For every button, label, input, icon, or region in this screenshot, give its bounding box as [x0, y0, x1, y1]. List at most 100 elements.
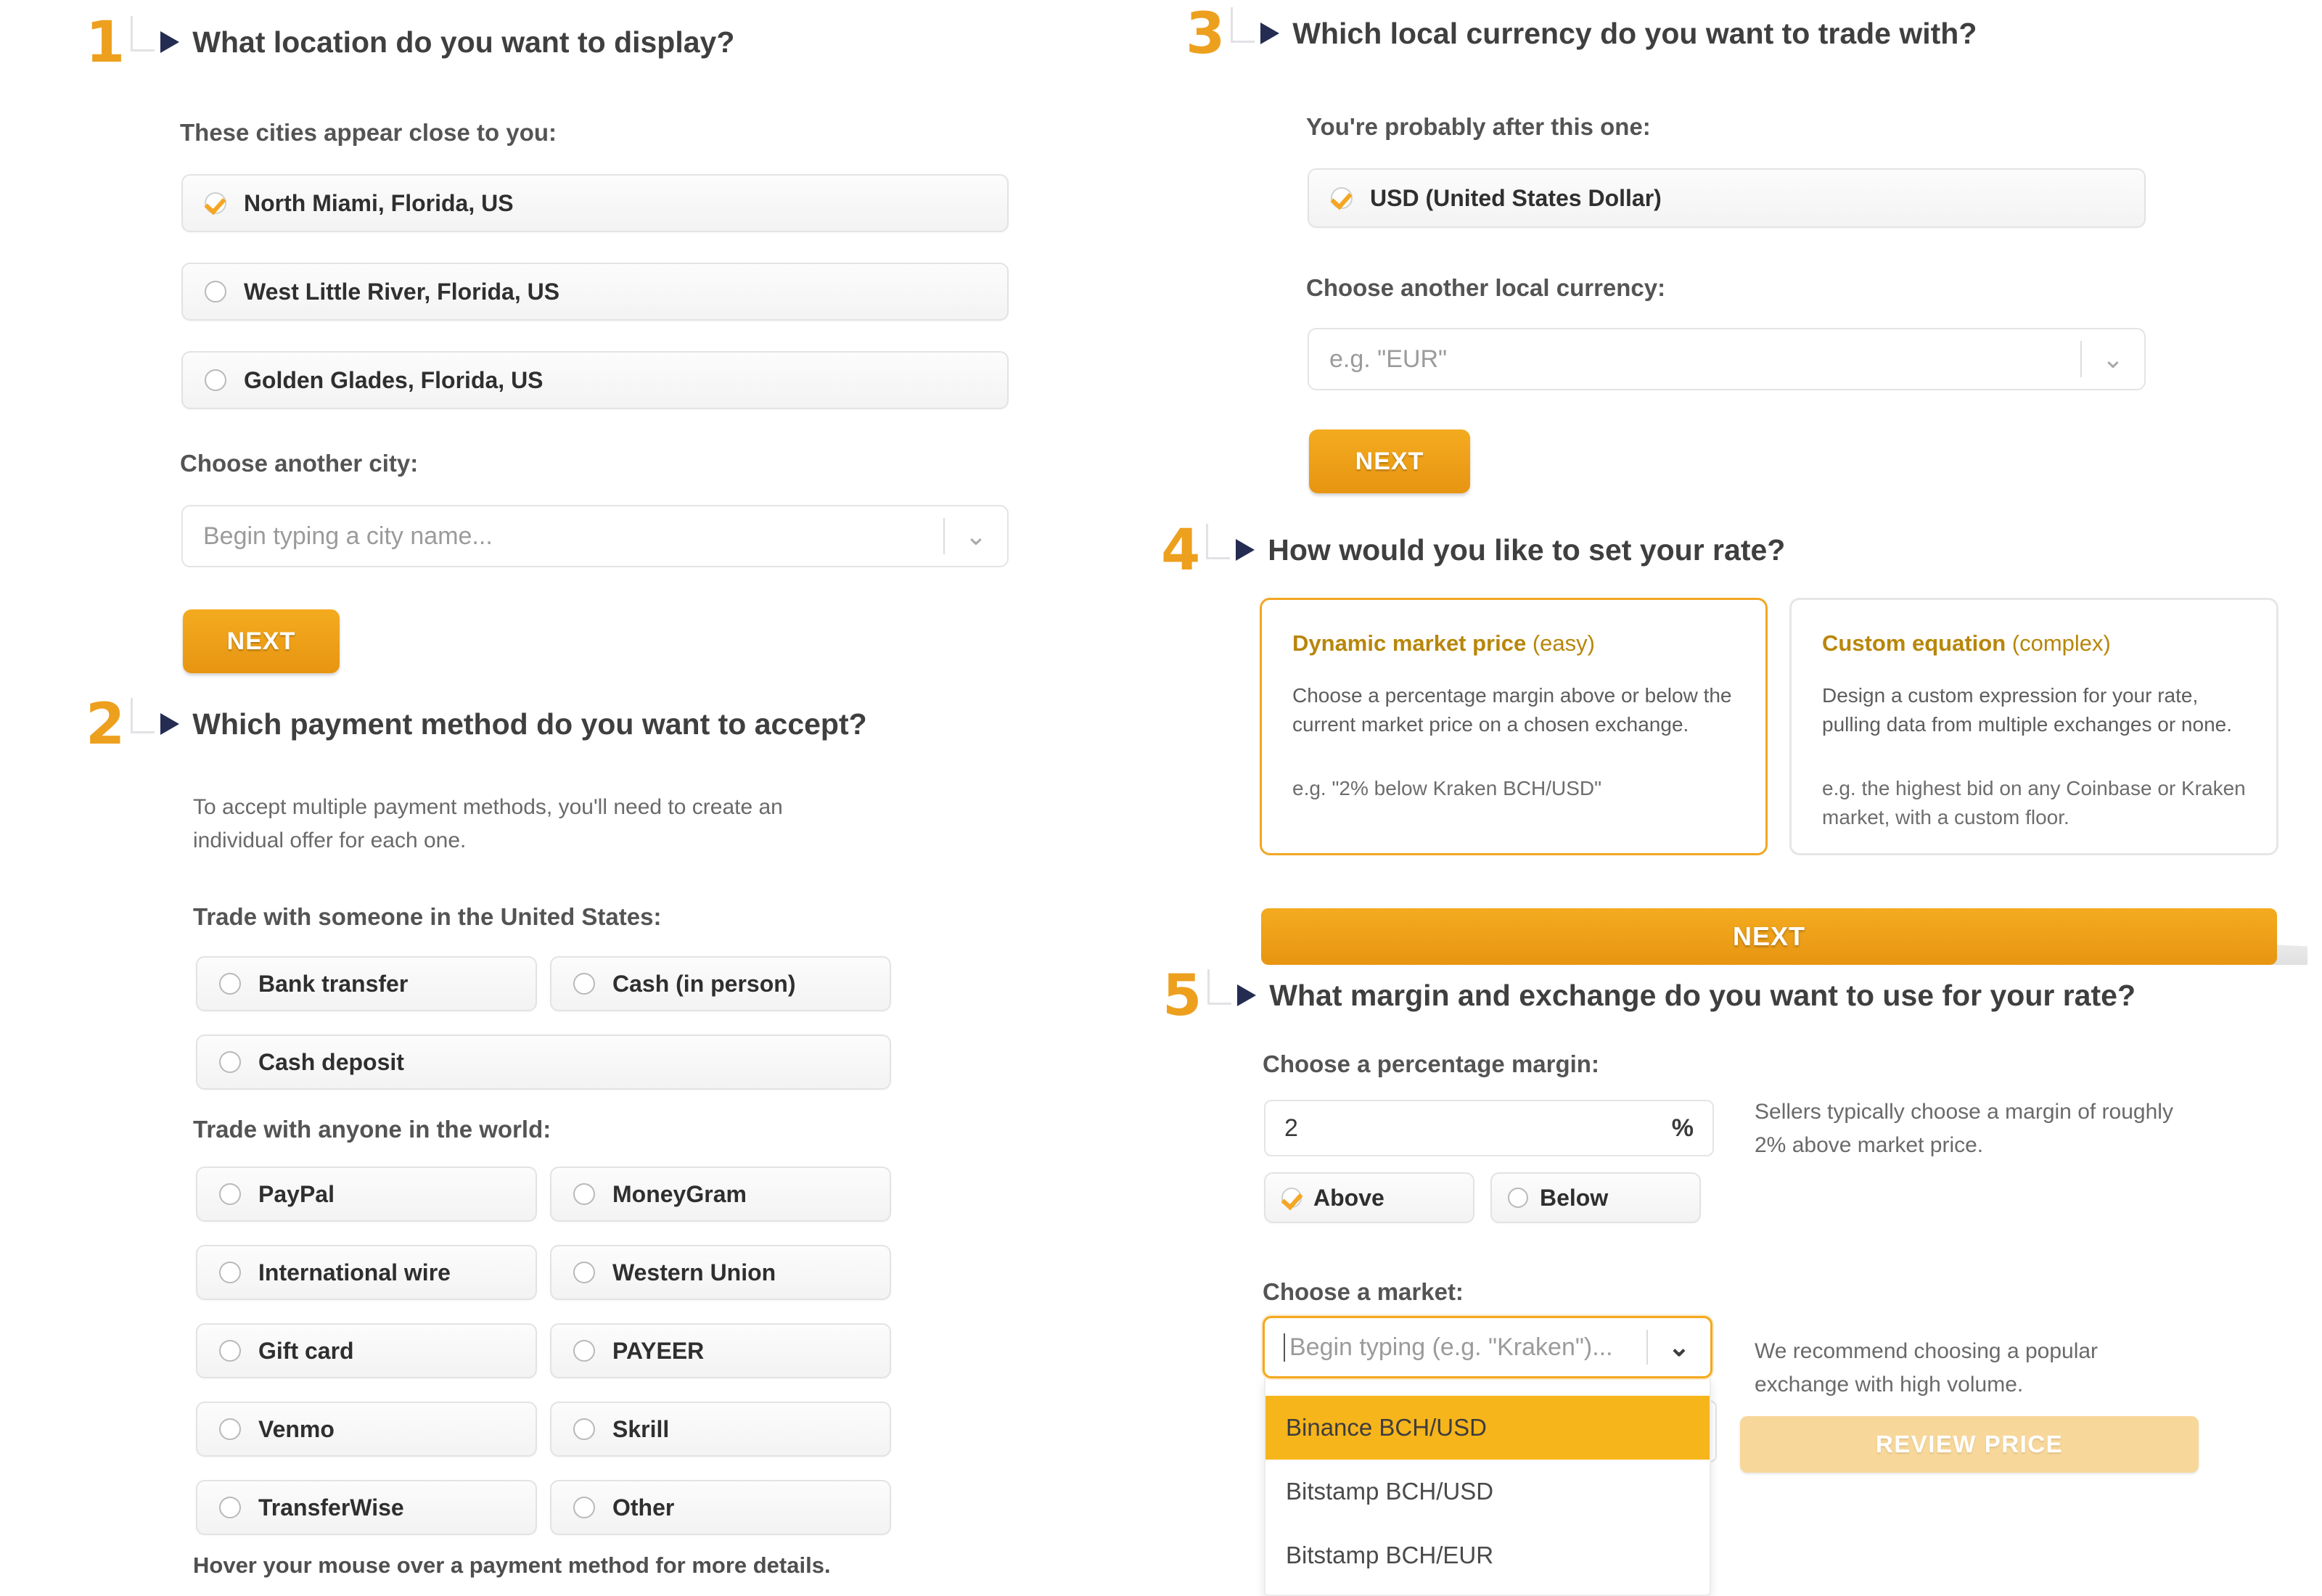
payment-method-western-union[interactable]: Western Union [550, 1245, 891, 1300]
step4-next-button[interactable]: NEXT [1261, 908, 2277, 965]
rate-card-custom-equation[interactable]: Custom equation (complex) Design a custo… [1789, 598, 2278, 855]
step-5-heading: 5 What margin and exchange do you want t… [1162, 968, 2136, 1024]
market-option-bitstamp-bch-usd[interactable]: Bitstamp BCH/USD [1265, 1460, 1710, 1523]
margin-direction-below[interactable]: Below [1490, 1172, 1701, 1223]
rate-card-description: Design a custom expression for your rate… [1822, 684, 2233, 736]
payment-method-label: Cash (in person) [612, 970, 796, 997]
radio-checked-icon [1281, 1188, 1302, 1208]
margin-direction-above[interactable]: Above [1264, 1172, 1474, 1223]
rate-card-example: e.g. the highest bid on any Coinbase or … [1822, 777, 2246, 828]
payment-method-paypal[interactable]: PayPal [196, 1167, 537, 1222]
margin-direction-label: Above [1313, 1184, 1384, 1211]
payment-method-payeer[interactable]: PAYEER [550, 1323, 891, 1378]
radio-icon [573, 1183, 595, 1205]
radio-checked-icon [1331, 187, 1353, 209]
triangle-pointer-icon [1237, 984, 1257, 1006]
payment-method-cash-deposit[interactable]: Cash deposit [196, 1034, 891, 1090]
radio-icon [573, 1497, 595, 1518]
payment-method-moneygram[interactable]: MoneyGram [550, 1167, 891, 1222]
step-connector-icon [131, 698, 155, 733]
payment-method-venmo[interactable]: Venmo [196, 1402, 537, 1457]
market-combobox[interactable]: Begin typing (e.g. "Kraken")... ⌄ [1263, 1316, 1712, 1378]
payment-method-label: Skrill [612, 1415, 670, 1442]
market-hint: We recommend choosing a popular exchange… [1755, 1335, 2262, 1402]
nearby-cities-label: These cities appear close to you: [180, 119, 557, 146]
currency-option-usd[interactable]: USD (United States Dollar) [1308, 168, 2146, 228]
city-option-label: West Little River, Florida, US [244, 278, 560, 305]
market-input[interactable]: Begin typing (e.g. "Kraken")... [1284, 1333, 1646, 1362]
radio-icon [205, 369, 226, 391]
rate-card-title-light: (easy) [1526, 630, 1595, 656]
currency-combobox[interactable]: e.g. "EUR" ⌄ [1308, 328, 2146, 390]
margin-hint: Sellers typically choose a margin of rou… [1755, 1095, 2262, 1162]
radio-icon [573, 1262, 595, 1283]
step-connector-icon [1207, 969, 1232, 1005]
radio-icon [219, 1497, 241, 1518]
payment-method-label: Venmo [258, 1415, 335, 1442]
radio-icon [219, 1340, 241, 1362]
step-title: Which local currency do you want to trad… [1292, 17, 1977, 50]
city-option-2[interactable]: Golden Glades, Florida, US [181, 351, 1009, 409]
percent-sign: % [1671, 1114, 1694, 1142]
city-option-label: Golden Glades, Florida, US [244, 366, 543, 393]
margin-hint-line-2: 2% above market price. [1755, 1133, 1984, 1157]
step1-next-button[interactable]: NEXT [183, 609, 340, 673]
review-price-button[interactable]: REVIEW PRICE [1740, 1416, 2199, 1473]
city-option-1[interactable]: West Little River, Florida, US [181, 263, 1009, 321]
chevron-down-icon[interactable]: ⌄ [2082, 346, 2144, 372]
rate-card-dynamic-market-price[interactable]: Dynamic market price (easy) Choose a per… [1260, 598, 1768, 855]
city-input[interactable]: Begin typing a city name... [183, 522, 943, 551]
step-1-heading: 1 What location do you want to display? [86, 15, 734, 71]
step-3-heading: 3 Which local currency do you want to tr… [1186, 1, 1977, 67]
payment-method-label: Western Union [612, 1259, 776, 1286]
rate-card-title: Custom equation (complex) [1822, 629, 2246, 658]
margin-direction-label: Below [1540, 1184, 1609, 1211]
chevron-down-icon[interactable]: ⌄ [1648, 1334, 1710, 1360]
suggested-currency-label: You're probably after this one: [1306, 113, 1651, 140]
step-4-heading: 4 How would you like to set your rate? [1161, 518, 1786, 583]
payment-method-label: MoneyGram [612, 1180, 747, 1207]
step-2-heading: 2 Which payment method do you want to ac… [86, 692, 867, 757]
market-label: Choose a market: [1263, 1278, 1464, 1305]
radio-icon [573, 1418, 595, 1440]
payment-method-transferwise[interactable]: TransferWise [196, 1480, 537, 1535]
payment-method-gift-card[interactable]: Gift card [196, 1323, 537, 1378]
step-number: 3 [1186, 1, 1225, 67]
payment-method-skrill[interactable]: Skrill [550, 1402, 891, 1457]
margin-value[interactable]: 2 [1284, 1114, 1298, 1143]
city-option-0[interactable]: North Miami, Florida, US [181, 174, 1009, 232]
payment-method-cash-in-person[interactable]: Cash (in person) [550, 956, 891, 1011]
market-hint-line-2: exchange with high volume. [1755, 1373, 2024, 1396]
payment-method-label: PAYEER [612, 1337, 705, 1364]
margin-label: Choose a percentage margin: [1263, 1050, 1599, 1077]
market-option-bitstamp-bch-eur[interactable]: Bitstamp BCH/EUR [1265, 1523, 1710, 1587]
step-title: How would you like to set your rate? [1268, 533, 1786, 567]
radio-icon [219, 1418, 241, 1440]
step3-next-button[interactable]: NEXT [1309, 429, 1470, 493]
margin-hint-line-1: Sellers typically choose a margin of rou… [1755, 1100, 2173, 1124]
rate-card-title-light: (complex) [2006, 630, 2111, 656]
market-autocomplete-list: Binance BCH/USD Bitstamp BCH/USD Bitstam… [1264, 1378, 1711, 1596]
currency-input[interactable]: e.g. "EUR" [1309, 345, 2080, 374]
market-option-binance-bch-usd[interactable]: Binance BCH/USD [1265, 1396, 1710, 1460]
step-connector-icon [1206, 524, 1231, 559]
payment-method-label: TransferWise [258, 1494, 404, 1521]
triangle-pointer-icon [160, 713, 180, 735]
step-connector-icon [131, 16, 155, 52]
payment-method-international-wire[interactable]: International wire [196, 1245, 537, 1300]
local-trade-label: Trade with someone in the United States: [193, 903, 662, 930]
payment-method-label: Gift card [258, 1337, 354, 1364]
step-title: Which payment method do you want to acce… [192, 707, 867, 741]
payment-method-other[interactable]: Other [550, 1480, 891, 1535]
triangle-pointer-icon [1260, 22, 1280, 44]
payment-method-bank-transfer[interactable]: Bank transfer [196, 956, 537, 1011]
city-combobox[interactable]: Begin typing a city name... ⌄ [181, 505, 1009, 567]
triangle-pointer-icon [160, 31, 180, 53]
payment-method-label: PayPal [258, 1180, 335, 1207]
chevron-down-icon[interactable]: ⌄ [945, 523, 1007, 549]
step-number: 4 [1161, 518, 1200, 583]
step-number: 2 [86, 692, 125, 757]
payment-method-label: Bank transfer [258, 970, 409, 997]
margin-input[interactable]: 2 % [1264, 1100, 1714, 1156]
city-option-label: North Miami, Florida, US [244, 189, 514, 216]
